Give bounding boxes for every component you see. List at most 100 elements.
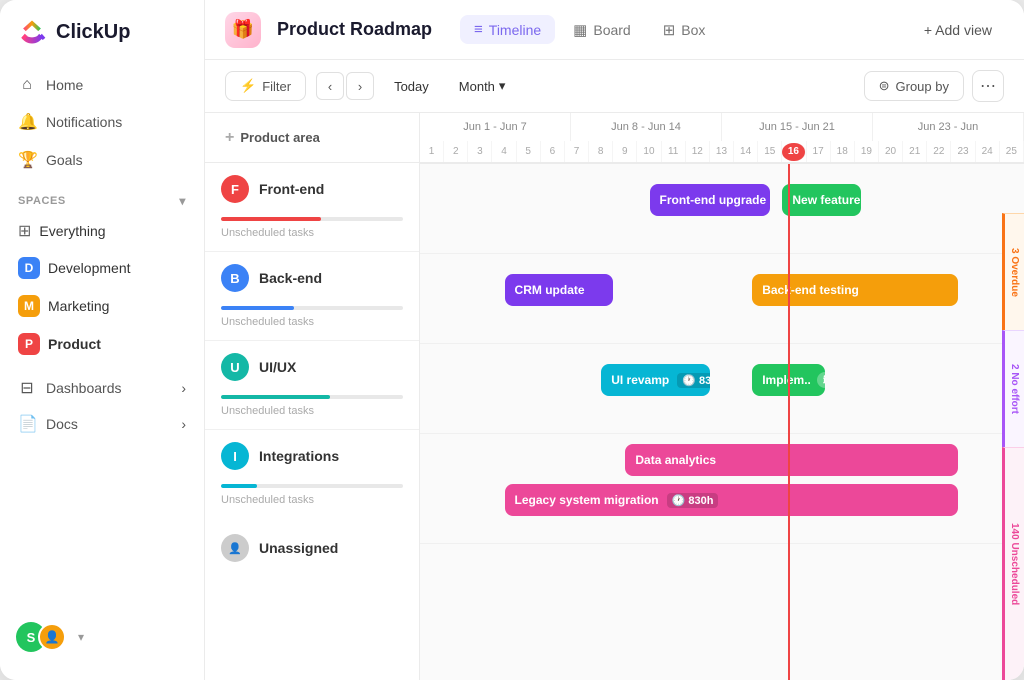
date-range-4: Jun 23 - Jun [873, 113, 1024, 141]
effort-badge: 🕐 830h [677, 373, 710, 388]
date-number-24: 24 [976, 141, 1000, 162]
month-chevron: ▾ [499, 78, 506, 94]
integrations-progress-bar [221, 484, 403, 488]
frontend-progress-bar [221, 217, 403, 221]
date-number-11: 11 [662, 141, 686, 162]
sidebar-item-marketing[interactable]: M Marketing [8, 288, 196, 324]
add-area-button[interactable]: + [225, 129, 234, 147]
info-icon: ℹ [817, 372, 825, 388]
gantt-bar-crm-update[interactable]: CRM update [505, 274, 614, 306]
gantt-row-backend: CRM update Back-end testing [420, 254, 1024, 344]
sidebar-item-dashboards[interactable]: ⊟ Dashboards › [8, 370, 196, 406]
toolbar-right: ⊜ Group by ⋯ [864, 70, 1004, 102]
docs-icon: 📄 [18, 414, 36, 434]
everything-icon: ⊞ [18, 221, 31, 241]
sidebar-item-goals-label: Goals [46, 152, 83, 168]
date-number-25: 25 [1000, 141, 1024, 162]
unassigned-label: Unassigned [259, 540, 338, 556]
prev-arrow-button[interactable]: ‹ [316, 72, 344, 100]
clickup-logo-icon [16, 16, 48, 48]
filter-button[interactable]: ⚡ Filter [225, 71, 306, 101]
unassigned-avatar: 👤 [221, 534, 249, 562]
timeline-column-header: + Product area [205, 113, 419, 163]
row-group-backend: B Back-end Unscheduled tasks [205, 252, 419, 341]
date-number-15: 15 [758, 141, 782, 162]
row-header-frontend: F Front-end [205, 163, 419, 215]
uiux-label: UI/UX [259, 359, 296, 375]
sidebar-item-everything[interactable]: ⊞ Everything [8, 214, 196, 248]
sidebar-item-docs-label: Docs [46, 416, 78, 432]
add-view-button[interactable]: + Add view [912, 16, 1004, 44]
integrations-progress-fill [221, 484, 257, 488]
gantt-row-frontend: Front-end upgrade 🕐 830h New feature.. ℹ [420, 164, 1024, 254]
sidebar-item-home-label: Home [46, 77, 83, 93]
group-by-button[interactable]: ⊜ Group by [864, 71, 964, 101]
bar-label: Back-end testing [762, 283, 859, 297]
sidebar-item-notifications[interactable]: 🔔 Notifications [8, 104, 196, 140]
uiux-unscheduled-label: Unscheduled tasks [205, 399, 419, 429]
date-number-21: 21 [903, 141, 927, 162]
filter-icon: ⚡ [240, 78, 256, 94]
timeline-toolbar: ⚡ Filter ‹ › Today Month ▾ ⊜ Group by ⋯ [205, 60, 1024, 113]
today-line [788, 164, 790, 680]
backend-progress-fill [221, 306, 294, 310]
gantt-bar-new-feature[interactable]: New feature.. ℹ [782, 184, 861, 216]
more-options-button[interactable]: ⋯ [972, 70, 1004, 102]
gantt-bar-frontend-upgrade[interactable]: Front-end upgrade 🕐 830h [650, 184, 771, 216]
spaces-section-label: Spaces ▾ [0, 178, 204, 214]
date-headers: Jun 1 - Jun 7 Jun 8 - Jun 14 Jun 15 - Ju… [420, 113, 1024, 164]
sidebar-item-home[interactable]: ⌂ Home [8, 68, 196, 102]
gantt-bar-legacy-migration[interactable]: Legacy system migration 🕐 830h [505, 484, 958, 516]
next-arrow-button[interactable]: › [346, 72, 374, 100]
date-number-5: 5 [517, 141, 541, 162]
date-number-19: 19 [855, 141, 879, 162]
sidebar-item-goals[interactable]: 🏆 Goals [8, 142, 196, 178]
bar-label: Legacy system migration [515, 493, 659, 507]
page-header: 🎁 Product Roadmap ≡ Timeline ▦ Board ⊞ B… [205, 0, 1024, 60]
bar-label: Data analytics [635, 453, 716, 467]
date-range-3: Jun 15 - Jun 21 [722, 113, 873, 141]
month-label: Month [459, 79, 495, 94]
project-icon: 🎁 [225, 12, 261, 48]
gantt-bar-backend-testing[interactable]: Back-end testing [752, 274, 957, 306]
date-number-20: 20 [879, 141, 903, 162]
no-effort-label: 2 No effort [1009, 364, 1020, 414]
uiux-progress-bar [221, 395, 403, 399]
date-number-14: 14 [734, 141, 758, 162]
gantt-bar-ui-revamp[interactable]: UI revamp 🕐 830h [601, 364, 710, 396]
bar-label: CRM update [515, 283, 585, 297]
dashboards-chevron: › [181, 380, 186, 396]
date-number-9: 9 [613, 141, 637, 162]
row-group-frontend: F Front-end Unscheduled tasks [205, 163, 419, 252]
gantt-rows-area: Front-end upgrade 🕐 830h New feature.. ℹ… [420, 164, 1024, 680]
uiux-progress-fill [221, 395, 330, 399]
side-indicators: 3 Overdue 2 No effort 140 Unscheduled [1002, 213, 1024, 680]
month-button[interactable]: Month ▾ [449, 72, 516, 100]
sidebar-item-product[interactable]: P Product [8, 326, 196, 362]
group-by-icon: ⊜ [879, 78, 890, 94]
gantt-row-uiux: UI revamp 🕐 830h Implem.. ℹ [420, 344, 1024, 434]
group-by-label: Group by [896, 79, 949, 94]
tab-board[interactable]: ▦ Board [559, 15, 645, 45]
today-button[interactable]: Today [384, 73, 439, 100]
spaces-chevron[interactable]: ▾ [179, 194, 186, 208]
backend-unscheduled-label: Unscheduled tasks [205, 310, 419, 340]
tab-timeline[interactable]: ≡ Timeline [460, 15, 555, 44]
sidebar-bottom-nav: ⊟ Dashboards › 📄 Docs › [0, 370, 204, 442]
app-name: ClickUp [56, 21, 130, 44]
home-icon: ⌂ [18, 76, 36, 94]
tab-box[interactable]: ⊞ Box [649, 15, 720, 45]
avatar-chevron[interactable]: ▾ [78, 630, 84, 644]
gantt-bar-data-analytics[interactable]: Data analytics [625, 444, 957, 476]
bar-label: Implem.. [762, 373, 811, 387]
sidebar-item-development[interactable]: D Development [8, 250, 196, 286]
unscheduled-indicator: 140 Unscheduled [1002, 447, 1024, 680]
timeline-labels: + Product area F Front-end Unscheduled t… [205, 113, 420, 680]
row-header-integrations: I Integrations [205, 430, 419, 482]
date-number-17: 17 [807, 141, 831, 162]
sidebar-item-docs[interactable]: 📄 Docs › [8, 406, 196, 442]
board-tab-label: Board [593, 22, 630, 38]
date-number-18: 18 [831, 141, 855, 162]
date-number-6: 6 [541, 141, 565, 162]
integrations-unscheduled-label: Unscheduled tasks [205, 488, 419, 518]
